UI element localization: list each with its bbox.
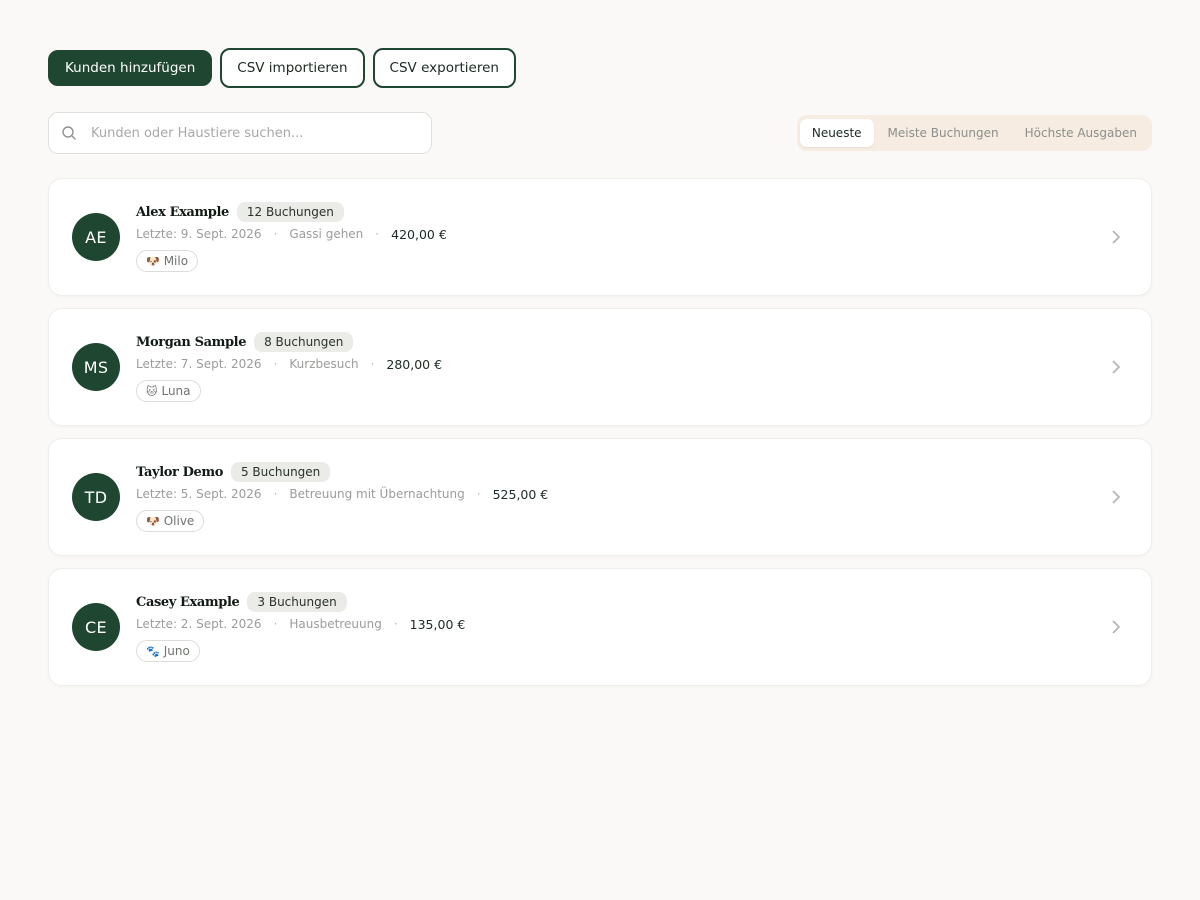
pet-name: Juno bbox=[163, 644, 190, 658]
separator-dot: · bbox=[370, 357, 375, 371]
total-amount: 420,00 € bbox=[391, 226, 447, 242]
toolbar: Kunden hinzufügen CSV importieren CSV ex… bbox=[48, 48, 1152, 88]
separator-dot: · bbox=[273, 227, 278, 241]
client-info: Casey Example 3 Buchungen Letzte: 2. Sep… bbox=[136, 592, 465, 662]
client-name-row: Casey Example 3 Buchungen bbox=[136, 592, 465, 612]
filter-row: Neueste Meiste Buchungen Höchste Ausgabe… bbox=[48, 112, 1152, 154]
dog-icon: 🐶 bbox=[146, 254, 160, 268]
dog-icon: 🐶 bbox=[146, 514, 160, 528]
separator-dot: · bbox=[393, 617, 398, 631]
avatar: TD bbox=[72, 473, 120, 521]
pet-tag: 🐾 Juno bbox=[136, 640, 200, 662]
service-type: Gassi gehen bbox=[289, 227, 364, 241]
bookings-badge: 8 Buchungen bbox=[254, 332, 354, 352]
search-input[interactable] bbox=[89, 124, 413, 142]
pet-row: 🐶 Olive bbox=[136, 510, 548, 532]
import-csv-button[interactable]: CSV importieren bbox=[220, 48, 365, 88]
separator-dot: · bbox=[375, 227, 380, 241]
avatar: CE bbox=[72, 603, 120, 651]
chevron-right-icon bbox=[1112, 360, 1120, 374]
pet-tag: 🐶 Milo bbox=[136, 250, 199, 272]
last-booking-date: Letzte: 7. Sept. 2026 bbox=[136, 357, 262, 371]
cat-icon: 🐱 bbox=[146, 384, 158, 398]
bookings-badge: 12 Buchungen bbox=[236, 202, 344, 222]
chevron-right-icon bbox=[1112, 620, 1120, 634]
last-booking-date: Letzte: 5. Sept. 2026 bbox=[136, 487, 262, 501]
client-meta: Letzte: 5. Sept. 2026 · Betreuung mit Üb… bbox=[136, 484, 548, 504]
service-type: Betreuung mit Übernachtung bbox=[289, 487, 465, 501]
separator-dot: · bbox=[476, 487, 481, 501]
separator-dot: · bbox=[273, 617, 278, 631]
client-list: AE Alex Example 12 Buchungen Letzte: 9. … bbox=[48, 178, 1152, 686]
add-client-button[interactable]: Kunden hinzufügen bbox=[48, 50, 213, 86]
client-name: Alex Example bbox=[136, 204, 229, 220]
paw-icon: 🐾 bbox=[146, 644, 160, 658]
pet-name: Luna bbox=[161, 384, 191, 398]
export-csv-button[interactable]: CSV exportieren bbox=[372, 48, 516, 88]
pet-tag: 🐱 Luna bbox=[136, 380, 201, 402]
avatar: MS bbox=[72, 343, 120, 391]
last-booking-date: Letzte: 2. Sept. 2026 bbox=[136, 617, 262, 631]
separator-dot: · bbox=[273, 487, 278, 501]
pet-tag: 🐶 Olive bbox=[136, 510, 205, 532]
avatar: AE bbox=[72, 213, 120, 261]
last-booking-date: Letzte: 9. Sept. 2026 bbox=[136, 227, 262, 241]
chevron-right-icon bbox=[1112, 230, 1120, 244]
sort-toggle: Neueste Meiste Buchungen Höchste Ausgabe… bbox=[796, 115, 1152, 151]
separator-dot: · bbox=[273, 357, 278, 371]
client-info: Morgan Sample 8 Buchungen Letzte: 7. Sep… bbox=[136, 332, 442, 402]
total-amount: 135,00 € bbox=[409, 616, 466, 632]
bookings-badge: 3 Buchungen bbox=[247, 592, 347, 612]
sort-tab-most-bookings[interactable]: Meiste Buchungen bbox=[876, 119, 1011, 147]
service-type: Kurzbesuch bbox=[289, 357, 359, 371]
sort-tab-newest[interactable]: Neueste bbox=[799, 119, 874, 147]
sort-tab-highest-spending[interactable]: Höchste Ausgaben bbox=[1013, 119, 1149, 147]
client-info: Alex Example 12 Buchungen Letzte: 9. Sep… bbox=[136, 202, 447, 272]
client-name-row: Taylor Demo 5 Buchungen bbox=[136, 462, 548, 482]
client-card[interactable]: AE Alex Example 12 Buchungen Letzte: 9. … bbox=[48, 178, 1152, 296]
client-meta: Letzte: 2. Sept. 2026 · Hausbetreuung · … bbox=[136, 614, 465, 634]
pet-name: Milo bbox=[163, 254, 189, 268]
client-card[interactable]: TD Taylor Demo 5 Buchungen Letzte: 5. Se… bbox=[48, 438, 1152, 556]
client-name-row: Alex Example 12 Buchungen bbox=[136, 202, 447, 222]
pet-row: 🐾 Juno bbox=[136, 640, 465, 662]
pet-row: 🐱 Luna bbox=[136, 380, 442, 402]
clients-page: Kunden hinzufügen CSV importieren CSV ex… bbox=[0, 0, 1200, 900]
chevron-right-icon bbox=[1112, 490, 1120, 504]
total-amount: 280,00 € bbox=[386, 356, 443, 372]
client-info: Taylor Demo 5 Buchungen Letzte: 5. Sept.… bbox=[136, 462, 548, 532]
total-amount: 525,00 € bbox=[492, 486, 549, 502]
client-name: Taylor Demo bbox=[136, 464, 223, 480]
client-card[interactable]: CE Casey Example 3 Buchungen Letzte: 2. … bbox=[48, 568, 1152, 686]
service-type: Hausbetreuung bbox=[289, 617, 382, 631]
search-icon bbox=[62, 126, 76, 140]
pet-name: Olive bbox=[163, 514, 195, 528]
client-meta: Letzte: 9. Sept. 2026 · Gassi gehen · 42… bbox=[136, 224, 447, 244]
search-box[interactable] bbox=[48, 112, 432, 154]
client-name: Casey Example bbox=[136, 594, 240, 610]
client-meta: Letzte: 7. Sept. 2026 · Kurzbesuch · 280… bbox=[136, 354, 442, 374]
pet-row: 🐶 Milo bbox=[136, 250, 447, 272]
client-card[interactable]: MS Morgan Sample 8 Buchungen Letzte: 7. … bbox=[48, 308, 1152, 426]
client-name: Morgan Sample bbox=[136, 334, 247, 350]
client-name-row: Morgan Sample 8 Buchungen bbox=[136, 332, 442, 352]
bookings-badge: 5 Buchungen bbox=[230, 462, 331, 482]
